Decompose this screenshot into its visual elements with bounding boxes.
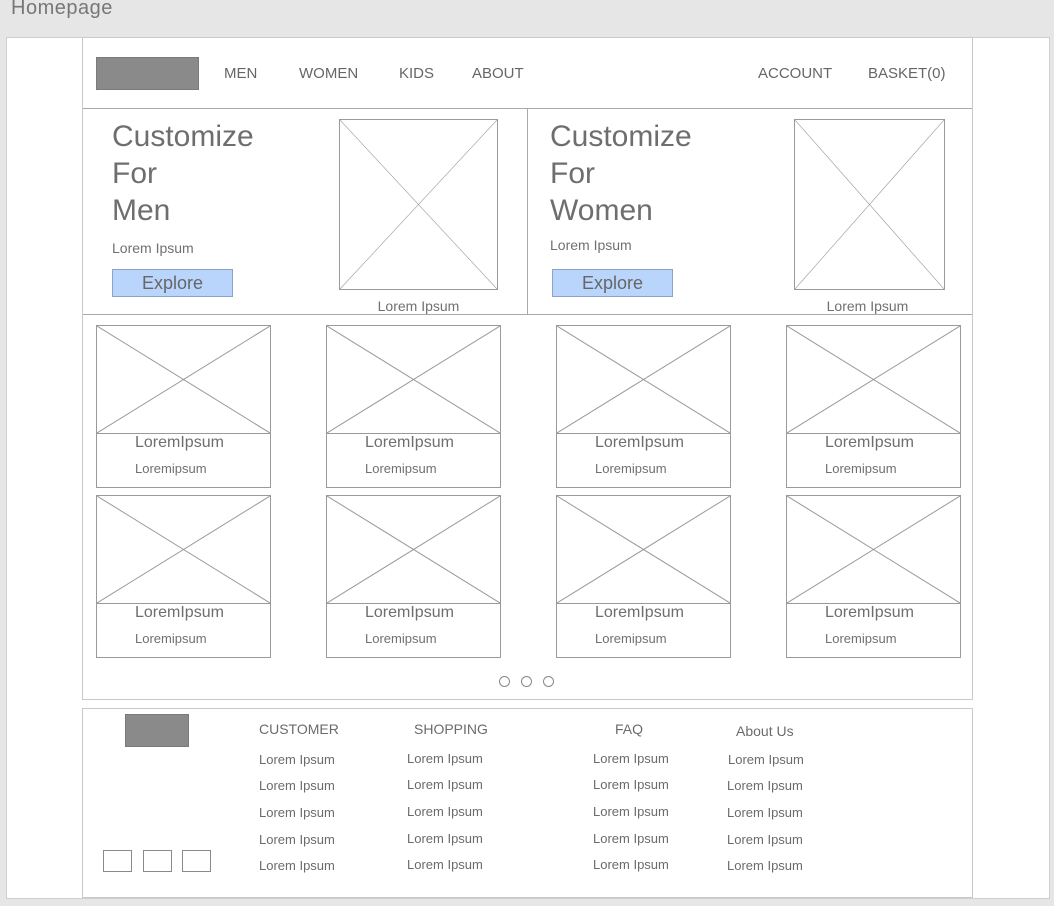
social-icon[interactable] bbox=[182, 850, 211, 872]
pagination-dot[interactable] bbox=[543, 676, 554, 687]
product-card[interactable]: LoremIpsum Loremipsum bbox=[326, 495, 501, 658]
footer-link[interactable]: Lorem Ipsum bbox=[727, 832, 803, 847]
hero-title-line: Women bbox=[550, 194, 653, 227]
product-card[interactable]: LoremIpsum Loremipsum bbox=[556, 325, 731, 488]
hero-women-image bbox=[794, 119, 945, 290]
footer-link[interactable]: Lorem Ipsum bbox=[407, 831, 483, 846]
footer-heading-customer: CUSTOMER bbox=[259, 721, 339, 737]
footer-logo[interactable] bbox=[125, 714, 189, 747]
footer-link[interactable]: Lorem Ipsum bbox=[259, 752, 335, 767]
hero-title-line: Customize bbox=[112, 120, 254, 153]
product-subtitle: Loremipsum bbox=[135, 631, 207, 646]
pagination-dot[interactable] bbox=[499, 676, 510, 687]
product-title: LoremIpsum bbox=[135, 434, 224, 451]
product-card[interactable]: LoremIpsum Loremipsum bbox=[786, 325, 961, 488]
footer-link[interactable]: Lorem Ipsum bbox=[593, 831, 669, 846]
hero-title-line: Men bbox=[112, 194, 171, 227]
footer-link[interactable]: Lorem Ipsum bbox=[259, 832, 335, 847]
page-title: Homepage bbox=[11, 0, 113, 19]
product-title: LoremIpsum bbox=[595, 434, 684, 451]
product-card[interactable]: LoremIpsum Loremipsum bbox=[786, 495, 961, 658]
product-image bbox=[327, 496, 500, 604]
footer-link[interactable]: Lorem Ipsum bbox=[593, 777, 669, 792]
product-card[interactable]: LoremIpsum Loremipsum bbox=[96, 495, 271, 658]
hero-men-title: Customize For Men bbox=[112, 118, 254, 229]
nav-about[interactable]: ABOUT bbox=[472, 65, 524, 82]
product-title: LoremIpsum bbox=[135, 604, 224, 621]
nav-kids[interactable]: KIDS bbox=[399, 65, 434, 82]
product-subtitle: Loremipsum bbox=[825, 631, 897, 646]
footer-link[interactable]: Lorem Ipsum bbox=[727, 778, 803, 793]
footer-link[interactable]: Lorem Ipsum bbox=[407, 751, 483, 766]
hero-women-title: Customize For Women bbox=[550, 118, 692, 229]
product-subtitle: Loremipsum bbox=[365, 631, 437, 646]
product-title: LoremIpsum bbox=[595, 604, 684, 621]
hero-women-image-caption: Lorem Ipsum bbox=[826, 298, 909, 314]
footer-link[interactable]: Lorem Ipsum bbox=[728, 752, 804, 767]
product-image bbox=[97, 326, 270, 434]
product-title: LoremIpsum bbox=[825, 434, 914, 451]
product-card[interactable]: LoremIpsum Loremipsum bbox=[556, 495, 731, 658]
nav-men[interactable]: MEN bbox=[224, 65, 257, 82]
product-title: LoremIpsum bbox=[825, 604, 914, 621]
footer-link[interactable]: Lorem Ipsum bbox=[727, 805, 803, 820]
product-image bbox=[97, 496, 270, 604]
product-subtitle: Loremipsum bbox=[825, 461, 897, 476]
footer bbox=[82, 708, 973, 898]
footer-link[interactable]: Lorem Ipsum bbox=[727, 858, 803, 873]
pagination-dot[interactable] bbox=[521, 676, 532, 687]
product-subtitle: Loremipsum bbox=[595, 461, 667, 476]
footer-link[interactable]: Lorem Ipsum bbox=[259, 778, 335, 793]
product-title: LoremIpsum bbox=[365, 434, 454, 451]
explore-men-button[interactable]: Explore bbox=[112, 269, 233, 297]
hero-men-image-caption: Lorem Ipsum bbox=[377, 298, 460, 314]
explore-women-button[interactable]: Explore bbox=[552, 269, 673, 297]
nav-basket[interactable]: BASKET(0) bbox=[868, 65, 946, 82]
footer-heading-faq: FAQ bbox=[615, 721, 644, 737]
product-image bbox=[787, 496, 960, 604]
product-image bbox=[557, 496, 730, 604]
hero-title-line: For bbox=[550, 157, 595, 190]
product-image bbox=[787, 326, 960, 434]
product-subtitle: Loremipsum bbox=[365, 461, 437, 476]
social-icon[interactable] bbox=[103, 850, 132, 872]
hero-title-line: Customize bbox=[550, 120, 692, 153]
footer-link[interactable]: Lorem Ipsum bbox=[593, 804, 669, 819]
footer-link[interactable]: Lorem Ipsum bbox=[259, 805, 335, 820]
social-icon[interactable] bbox=[143, 850, 172, 872]
nav-account[interactable]: ACCOUNT bbox=[758, 65, 832, 82]
hero-split-divider bbox=[527, 108, 528, 315]
hero-women-subtitle: Lorem Ipsum bbox=[550, 237, 632, 253]
product-image bbox=[327, 326, 500, 434]
product-card[interactable]: LoremIpsum Loremipsum bbox=[96, 325, 271, 488]
footer-heading-shopping: SHOPPING bbox=[414, 721, 488, 737]
hero-title-line: For bbox=[112, 157, 157, 190]
product-title: LoremIpsum bbox=[365, 604, 454, 621]
product-subtitle: Loremipsum bbox=[135, 461, 207, 476]
footer-link[interactable]: Lorem Ipsum bbox=[259, 858, 335, 873]
hero-men-subtitle: Lorem Ipsum bbox=[112, 240, 194, 256]
footer-link[interactable]: Lorem Ipsum bbox=[593, 857, 669, 872]
product-image bbox=[557, 326, 730, 434]
footer-heading-about-us: About Us bbox=[736, 723, 794, 739]
hero-men-image bbox=[339, 119, 498, 290]
footer-link[interactable]: Lorem Ipsum bbox=[593, 751, 669, 766]
logo[interactable] bbox=[96, 57, 199, 90]
footer-link[interactable]: Lorem Ipsum bbox=[407, 804, 483, 819]
product-card[interactable]: LoremIpsum Loremipsum bbox=[326, 325, 501, 488]
product-subtitle: Loremipsum bbox=[595, 631, 667, 646]
nav-women[interactable]: WOMEN bbox=[299, 65, 358, 82]
footer-link[interactable]: Lorem Ipsum bbox=[407, 777, 483, 792]
footer-link[interactable]: Lorem Ipsum bbox=[407, 857, 483, 872]
